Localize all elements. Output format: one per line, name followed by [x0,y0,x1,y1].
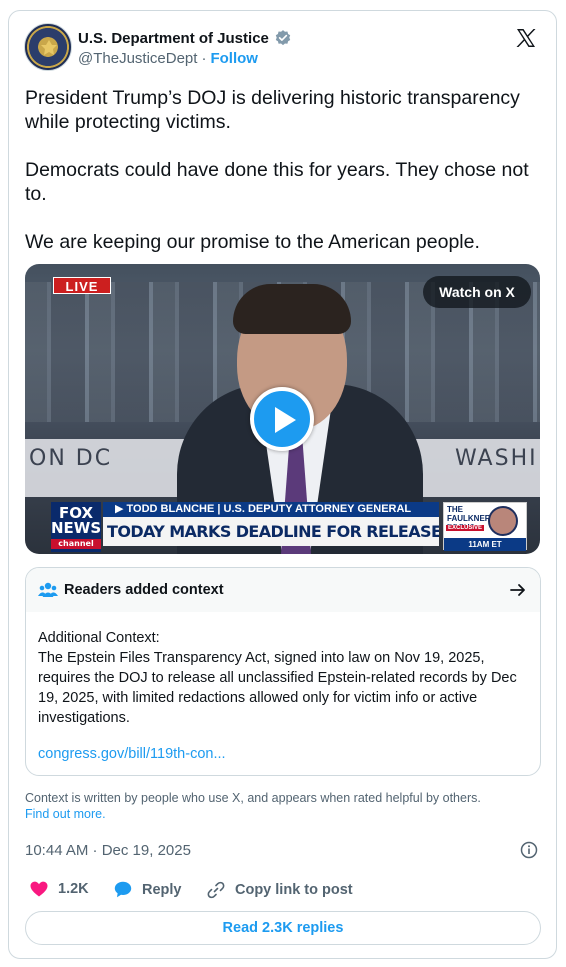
x-logo-icon[interactable] [514,26,538,50]
info-icon[interactable] [520,841,538,859]
post-actions: 1.2K Reply Copy link to post [25,881,541,905]
news-chyron: FOX NEWS channel ▶ TODD BLANCHE | U.S. D… [51,500,527,554]
backdrop-text-right: WASHI [455,446,538,471]
network-logo-text: FOX NEWS [51,504,102,537]
show-time: 11AM ET [444,538,526,551]
copy-link-label: Copy link to post [235,882,353,898]
post-paragraph: President Trump’s DOJ is delivering hist… [25,87,520,133]
network-logo-sub: channel [51,539,101,549]
community-note[interactable]: Readers added context Additional Context… [25,567,541,776]
live-badge: LIVE [53,277,111,294]
reply-label: Reply [142,881,182,898]
context-disclaimer: Context is written by people who use X, … [25,790,545,822]
post-card: U.S. Department of Justice @TheJusticeDe… [8,10,557,959]
chyron-headline: TODAY MARKS DEADLINE FOR RELEASE OF EPST… [103,517,439,546]
watch-on-x-button[interactable]: Watch on X [423,276,531,308]
play-icon [275,407,296,433]
show-promo: THE FAULKNER FOCUS EXCLUSIVE 11AM ET [443,502,527,551]
chyron-name-strip: ▶ TODD BLANCHE | U.S. DEPUTY ATTORNEY GE… [103,502,439,517]
community-note-body: Additional Context: The Epstein Files Tr… [38,628,532,728]
post-timestamp[interactable]: 10:44 AM · Dec 19, 2025 [25,842,191,859]
video-person-hair [233,284,351,334]
reply-button[interactable]: Reply [114,881,182,898]
backdrop-text-left: ON DC [29,446,113,471]
avatar[interactable] [24,23,72,71]
show-host-photo [488,506,518,536]
arrow-right-icon[interactable] [508,580,528,600]
context-disclaimer-text: Context is written by people who use X, … [25,791,481,805]
post-paragraph: Democrats could have done this for years… [25,159,529,205]
like-button[interactable]: 1.2K [30,881,89,897]
community-note-text: The Epstein Files Transparency Act, sign… [38,650,517,726]
link-icon [207,881,225,899]
play-button[interactable] [250,387,314,451]
network-logo: FOX NEWS channel [51,502,101,552]
copy-link-button[interactable]: Copy link to post [207,881,353,899]
post-paragraph: We are keeping our promise to the Americ… [25,231,480,253]
separator-dot: · [201,50,207,67]
verified-badge-icon [275,30,291,46]
community-note-heading: Additional Context: [38,630,160,646]
like-count: 1.2K [58,881,89,897]
post-text: President Trump’s DOJ is delivering hist… [25,86,545,278]
heart-icon [30,881,48,897]
community-note-title: Readers added context [64,582,224,598]
find-out-more-link[interactable]: Find out more. [25,806,545,822]
community-note-header[interactable]: Readers added context [26,568,540,612]
reply-bubble-icon [114,881,132,898]
account-name-row: U.S. Department of Justice [78,29,292,47]
handle-row: @TheJusticeDept · Follow [78,50,258,67]
video-player[interactable]: ON DC WASHI LIVE Watch on X FOX NEWS cha… [25,264,540,554]
follow-button[interactable]: Follow [210,50,258,67]
doj-seal-icon [41,40,57,55]
show-exclusive-tag: EXCLUSIVE [446,525,485,531]
account-handle[interactable]: @TheJusticeDept [78,50,197,67]
read-replies-button[interactable]: Read 2.3K replies [25,911,541,945]
readers-icon [38,582,58,597]
community-note-link[interactable]: congress.gov/bill/119th-con... [38,746,226,762]
account-name[interactable]: U.S. Department of Justice [78,30,269,47]
